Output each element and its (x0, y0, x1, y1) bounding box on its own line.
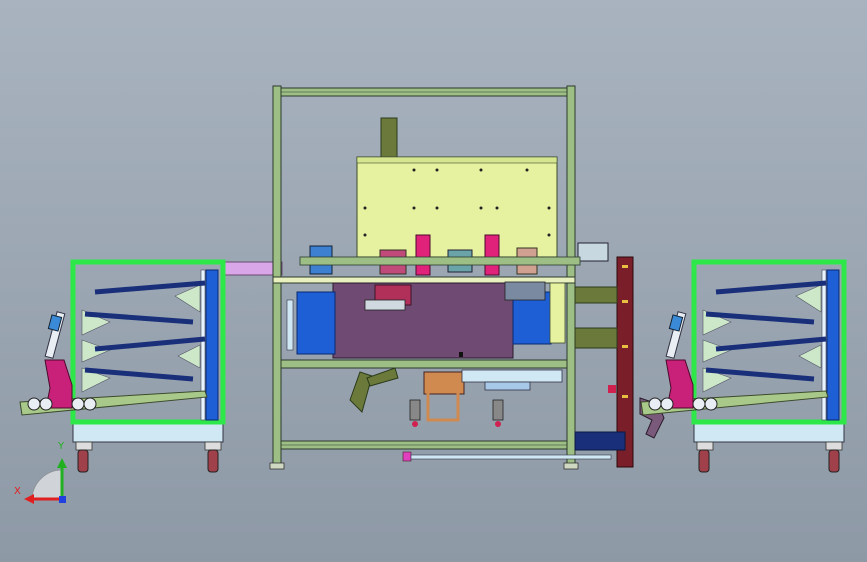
right-cart[interactable] (640, 259, 847, 473)
cad-viewport[interactable]: X Y (0, 0, 867, 562)
main-station[interactable] (269, 85, 612, 470)
triad-y-label: Y (58, 441, 65, 452)
triad-z-axis (59, 496, 66, 503)
coordinate-triad-icon (24, 458, 67, 504)
lift-column[interactable] (574, 256, 665, 468)
triad-x-label: X (14, 486, 21, 497)
assembly-drawing[interactable] (0, 0, 867, 562)
